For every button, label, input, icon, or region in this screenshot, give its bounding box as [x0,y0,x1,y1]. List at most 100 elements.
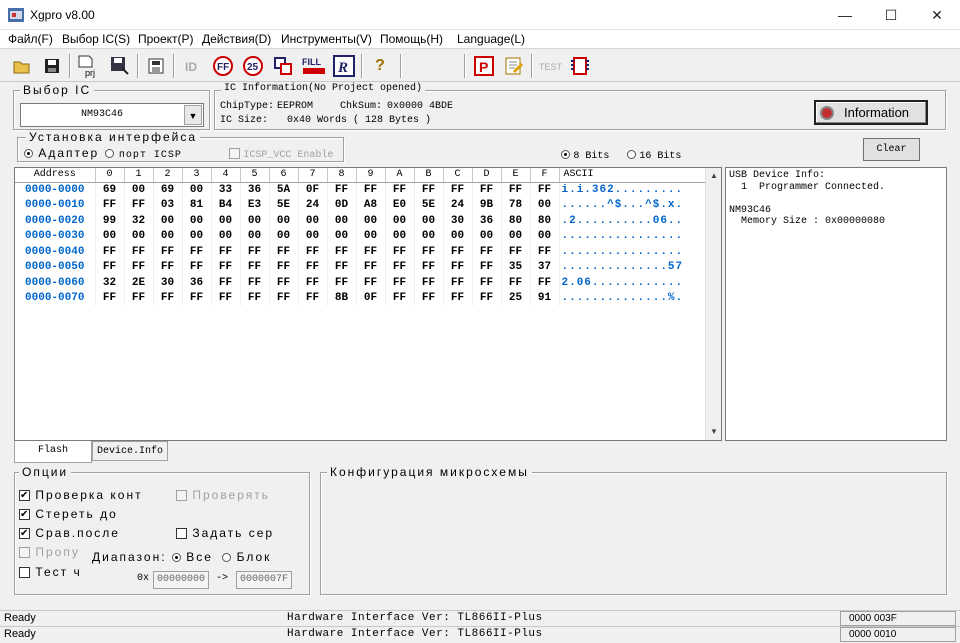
hex-byte-cell[interactable]: 00 [124,182,154,198]
hex-byte-cell[interactable]: 00 [385,228,415,244]
hex-byte-cell[interactable]: FF [530,275,560,291]
hex-byte-cell[interactable]: 5E [414,197,444,213]
hex-byte-cell[interactable]: FF [95,259,125,275]
hex-byte-cell[interactable]: 99 [95,213,125,229]
fill-icon[interactable]: FILL [300,54,328,78]
hex-byte-cell[interactable]: FF [240,244,270,260]
hex-byte-cell[interactable]: FF [530,244,560,260]
hex-byte-cell[interactable]: 00 [472,228,502,244]
hex-ascii[interactable]: .2..........06.. [559,213,706,229]
chip-select[interactable]: NM93C46 ▼ [20,103,204,127]
hex-ascii[interactable]: ................ [559,228,706,244]
hex-byte-cell[interactable]: 00 [153,228,183,244]
hex-byte-cell[interactable]: FF [414,290,444,306]
hex-byte-cell[interactable]: 5A [269,182,299,198]
hex-byte-cell[interactable]: FF [443,182,473,198]
bits8-radio[interactable] [561,150,570,160]
hex-byte-cell[interactable]: FF [211,290,241,306]
hex-byte-cell[interactable]: FF [414,244,444,260]
hex-byte-cell[interactable]: FF [530,182,560,198]
hex-byte-cell[interactable]: 0F [356,290,386,306]
hex-byte-cell[interactable]: FF [211,259,241,275]
hex-byte-cell[interactable]: FF [240,290,270,306]
hex-byte-cell[interactable]: 00 [211,228,241,244]
hex-byte-cell[interactable]: FF [211,244,241,260]
hex-byte-cell[interactable]: FF [124,290,154,306]
hex-byte-cell[interactable]: FF [298,259,328,275]
hex-byte-cell[interactable]: FF [182,244,212,260]
hex-ascii[interactable]: ......^$...^$.x. [559,197,706,213]
chip-icon[interactable] [568,54,592,78]
maximize-button[interactable]: ☐ [868,0,914,30]
hex-byte-cell[interactable]: 30 [443,213,473,229]
hex-byte-cell[interactable]: FF [95,197,125,213]
hex-byte-cell[interactable]: 00 [153,213,183,229]
range-block-radio[interactable] [222,553,232,563]
tab-device-info[interactable]: Device.Info [92,441,168,461]
hex-byte-cell[interactable]: FF [153,244,183,260]
adapter-radio[interactable] [24,149,33,159]
hex-byte-cell[interactable]: 69 [95,182,125,198]
hex-byte-cell[interactable]: 00 [530,197,560,213]
hex-byte-cell[interactable]: 24 [443,197,473,213]
hex-byte-cell[interactable]: FF [182,259,212,275]
hex-byte-cell[interactable]: FF [327,182,357,198]
vertical-scrollbar[interactable]: ▲ ▼ [705,168,721,440]
hex-byte-cell[interactable]: FF [472,182,502,198]
hex-byte-cell[interactable]: 36 [182,275,212,291]
hex-byte-cell[interactable]: FF [356,275,386,291]
erase-icon[interactable]: FF [211,54,235,78]
hex-byte-cell[interactable]: 78 [501,197,531,213]
icsp-vcc-checkbox[interactable] [229,148,240,160]
hex-byte-cell[interactable]: 69 [153,182,183,198]
hex-byte-cell[interactable]: FF [443,244,473,260]
hex-byte-cell[interactable]: 00 [211,213,241,229]
close-button[interactable]: ✕ [914,0,960,30]
hex-byte-cell[interactable]: FF [211,275,241,291]
range-end-input[interactable]: 0000007F [236,571,292,589]
information-button[interactable]: Information [814,100,928,125]
hex-byte-cell[interactable]: 30 [153,275,183,291]
menu-file[interactable]: Файл(F) [8,32,53,46]
hex-byte-cell[interactable]: FF [124,244,154,260]
test-checkbox[interactable] [19,567,30,579]
bits16-radio[interactable] [627,150,636,160]
hex-byte-cell[interactable]: 32 [95,275,125,291]
range-start-input[interactable]: 00000000 [153,571,209,589]
scroll-up-icon[interactable]: ▲ [706,168,722,184]
menu-actions[interactable]: Действия(D) [202,32,271,46]
set-serial-checkbox[interactable] [176,528,187,540]
hex-byte-cell[interactable]: 37 [530,259,560,275]
skip-checkbox[interactable] [19,547,30,559]
hex-byte-cell[interactable]: 00 [327,213,357,229]
hex-byte-cell[interactable]: FF [443,259,473,275]
hex-byte-cell[interactable]: 36 [472,213,502,229]
hex-byte-cell[interactable]: 00 [385,213,415,229]
program-icon[interactable]: P [472,54,496,78]
hex-byte-cell[interactable]: FF [327,244,357,260]
hex-byte-cell[interactable]: 00 [298,228,328,244]
help-icon[interactable]: ? [368,54,392,78]
erase-checkbox[interactable]: ✔ [19,509,30,521]
hex-byte-cell[interactable]: 00 [501,228,531,244]
icsp-radio[interactable] [104,149,114,159]
hex-byte-cell[interactable]: FF [298,275,328,291]
hex-byte-cell[interactable]: FF [356,244,386,260]
hex-ascii[interactable]: ..............%. [559,290,706,306]
blank-check-icon[interactable]: 25 [241,54,265,78]
hex-byte-cell[interactable]: 00 [95,228,125,244]
hex-byte-cell[interactable]: 00 [327,228,357,244]
hex-byte-cell[interactable]: 00 [356,228,386,244]
hex-byte-cell[interactable]: FF [501,244,531,260]
hex-byte-cell[interactable]: FF [472,259,502,275]
hex-byte-cell[interactable]: 00 [414,213,444,229]
hex-byte-cell[interactable]: 8B [327,290,357,306]
save-project-icon[interactable] [108,54,132,78]
hex-byte-cell[interactable]: FF [414,259,444,275]
hex-byte-cell[interactable]: FF [95,244,125,260]
hex-byte-cell[interactable]: FF [298,290,328,306]
hex-byte-cell[interactable]: E0 [385,197,415,213]
hex-byte-cell[interactable]: FF [472,290,502,306]
hex-byte-cell[interactable]: FF [182,290,212,306]
hex-ascii[interactable]: ................ [559,244,706,260]
